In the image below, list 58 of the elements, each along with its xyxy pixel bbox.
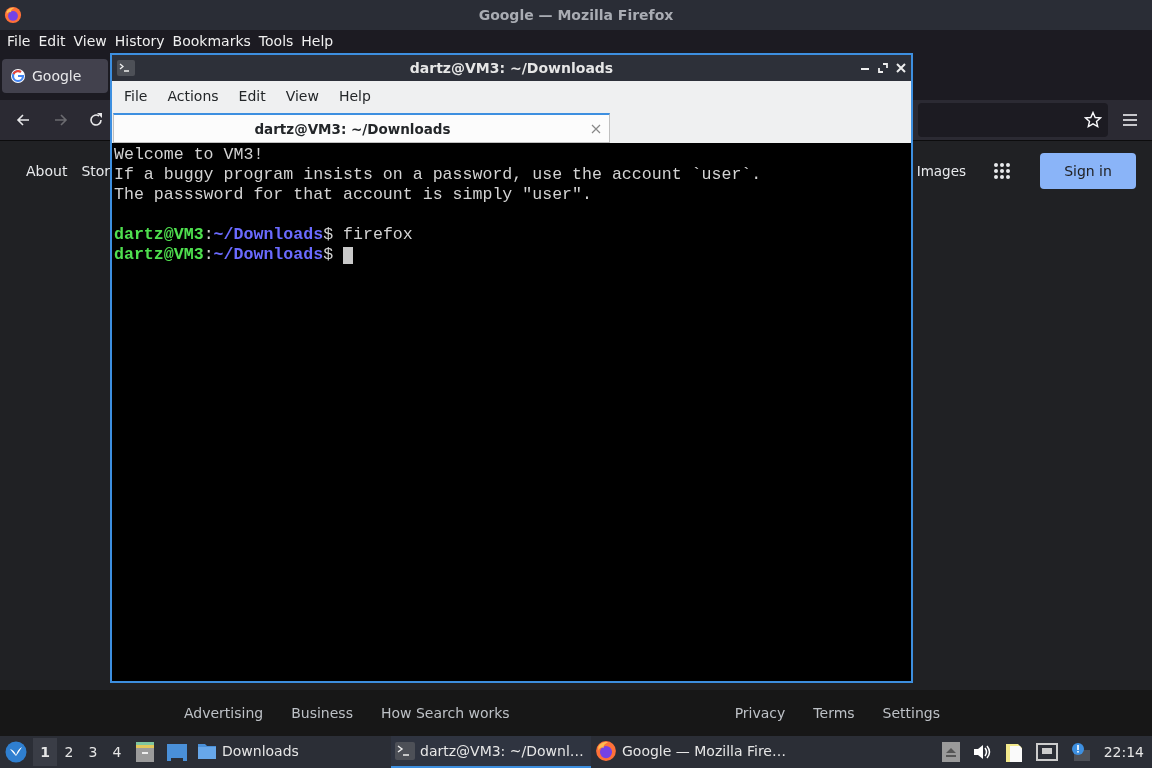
- eject-icon[interactable]: [941, 742, 960, 762]
- page-link[interactable]: About: [26, 163, 68, 179]
- apps-grid-icon[interactable]: [994, 163, 1010, 179]
- desktop-icon[interactable]: [166, 742, 188, 762]
- start-menu-icon[interactable]: [5, 741, 27, 763]
- network-icon[interactable]: [1035, 743, 1058, 761]
- menu-item[interactable]: File: [3, 33, 35, 49]
- menu-item[interactable]: Bookmarks: [168, 33, 255, 49]
- firefox-icon: [595, 740, 617, 762]
- sign-in-button[interactable]: Sign in: [1040, 153, 1136, 189]
- footer-link[interactable]: Advertising: [184, 705, 264, 721]
- terminal-line: If a buggy program insists on a password, use the account `user`.: [114, 165, 763, 185]
- menu-item[interactable]: Help: [328, 88, 381, 104]
- clock: 22:14: [1103, 744, 1144, 760]
- menu-item[interactable]: Actions: [157, 88, 229, 104]
- folder-icon: [197, 742, 217, 760]
- window-title: dartz@VM3: ~/Downloads: [409, 60, 614, 76]
- menu-item[interactable]: Edit: [228, 88, 276, 104]
- star-icon[interactable]: [1084, 111, 1102, 129]
- maximize-icon[interactable]: [877, 62, 889, 74]
- menu-item[interactable]: Edit: [34, 33, 70, 49]
- terminal-icon: [395, 742, 415, 760]
- taskbar-button[interactable]: Downloads: [193, 736, 389, 768]
- browser-tab[interactable]: Google: [2, 59, 108, 93]
- workspace-button[interactable]: 1: [33, 738, 57, 766]
- workspace-button[interactable]: 4: [105, 738, 129, 766]
- notification-icon[interactable]: [1069, 742, 1092, 762]
- menu-item[interactable]: Tools: [254, 33, 298, 49]
- clipboard-icon[interactable]: [1003, 741, 1024, 763]
- reload-icon[interactable]: [87, 111, 105, 129]
- footer-link[interactable]: How Search works: [380, 705, 510, 721]
- menu-item[interactable]: Help: [297, 33, 338, 49]
- footer-link[interactable]: Settings: [882, 705, 940, 721]
- workspace-button[interactable]: 3: [81, 738, 105, 766]
- footer-link[interactable]: Privacy: [734, 705, 786, 721]
- file-cabinet-icon[interactable]: [134, 741, 156, 763]
- menu-icon[interactable]: [1122, 113, 1138, 127]
- taskbar-button[interactable]: dartz@VM3: ~/Downl…: [391, 736, 591, 768]
- google-icon: [10, 68, 26, 84]
- terminal-tab[interactable]: dartz@VM3: ~/Downloads: [113, 113, 610, 143]
- workspace-button[interactable]: 2: [57, 738, 81, 766]
- volume-icon[interactable]: [971, 743, 992, 761]
- terminal-line: The passsword for that account is simply "user".: [114, 185, 593, 205]
- images-link[interactable]: Images: [916, 163, 966, 179]
- footer-link[interactable]: Business: [291, 705, 353, 721]
- terminal-line: Welcome to VM3!: [114, 145, 265, 165]
- menu-item[interactable]: History: [110, 33, 169, 49]
- menu-item[interactable]: View: [275, 88, 329, 104]
- page-link[interactable]: Stor: [81, 163, 111, 179]
- footer-link[interactable]: Terms: [813, 705, 855, 721]
- terminal-icon: [117, 60, 135, 76]
- terminal-line: dartz@VM3:~/Downloads$ firefox: [114, 225, 413, 245]
- firefox-icon: [4, 6, 22, 24]
- menu-item[interactable]: View: [69, 33, 111, 49]
- window-title: Google — Mozilla Firefox: [478, 7, 674, 23]
- taskbar-button[interactable]: Google — Mozilla Fire…: [591, 736, 791, 768]
- menu-item[interactable]: File: [114, 88, 158, 104]
- terminal-line: dartz@VM3:~/Downloads$: [114, 245, 334, 265]
